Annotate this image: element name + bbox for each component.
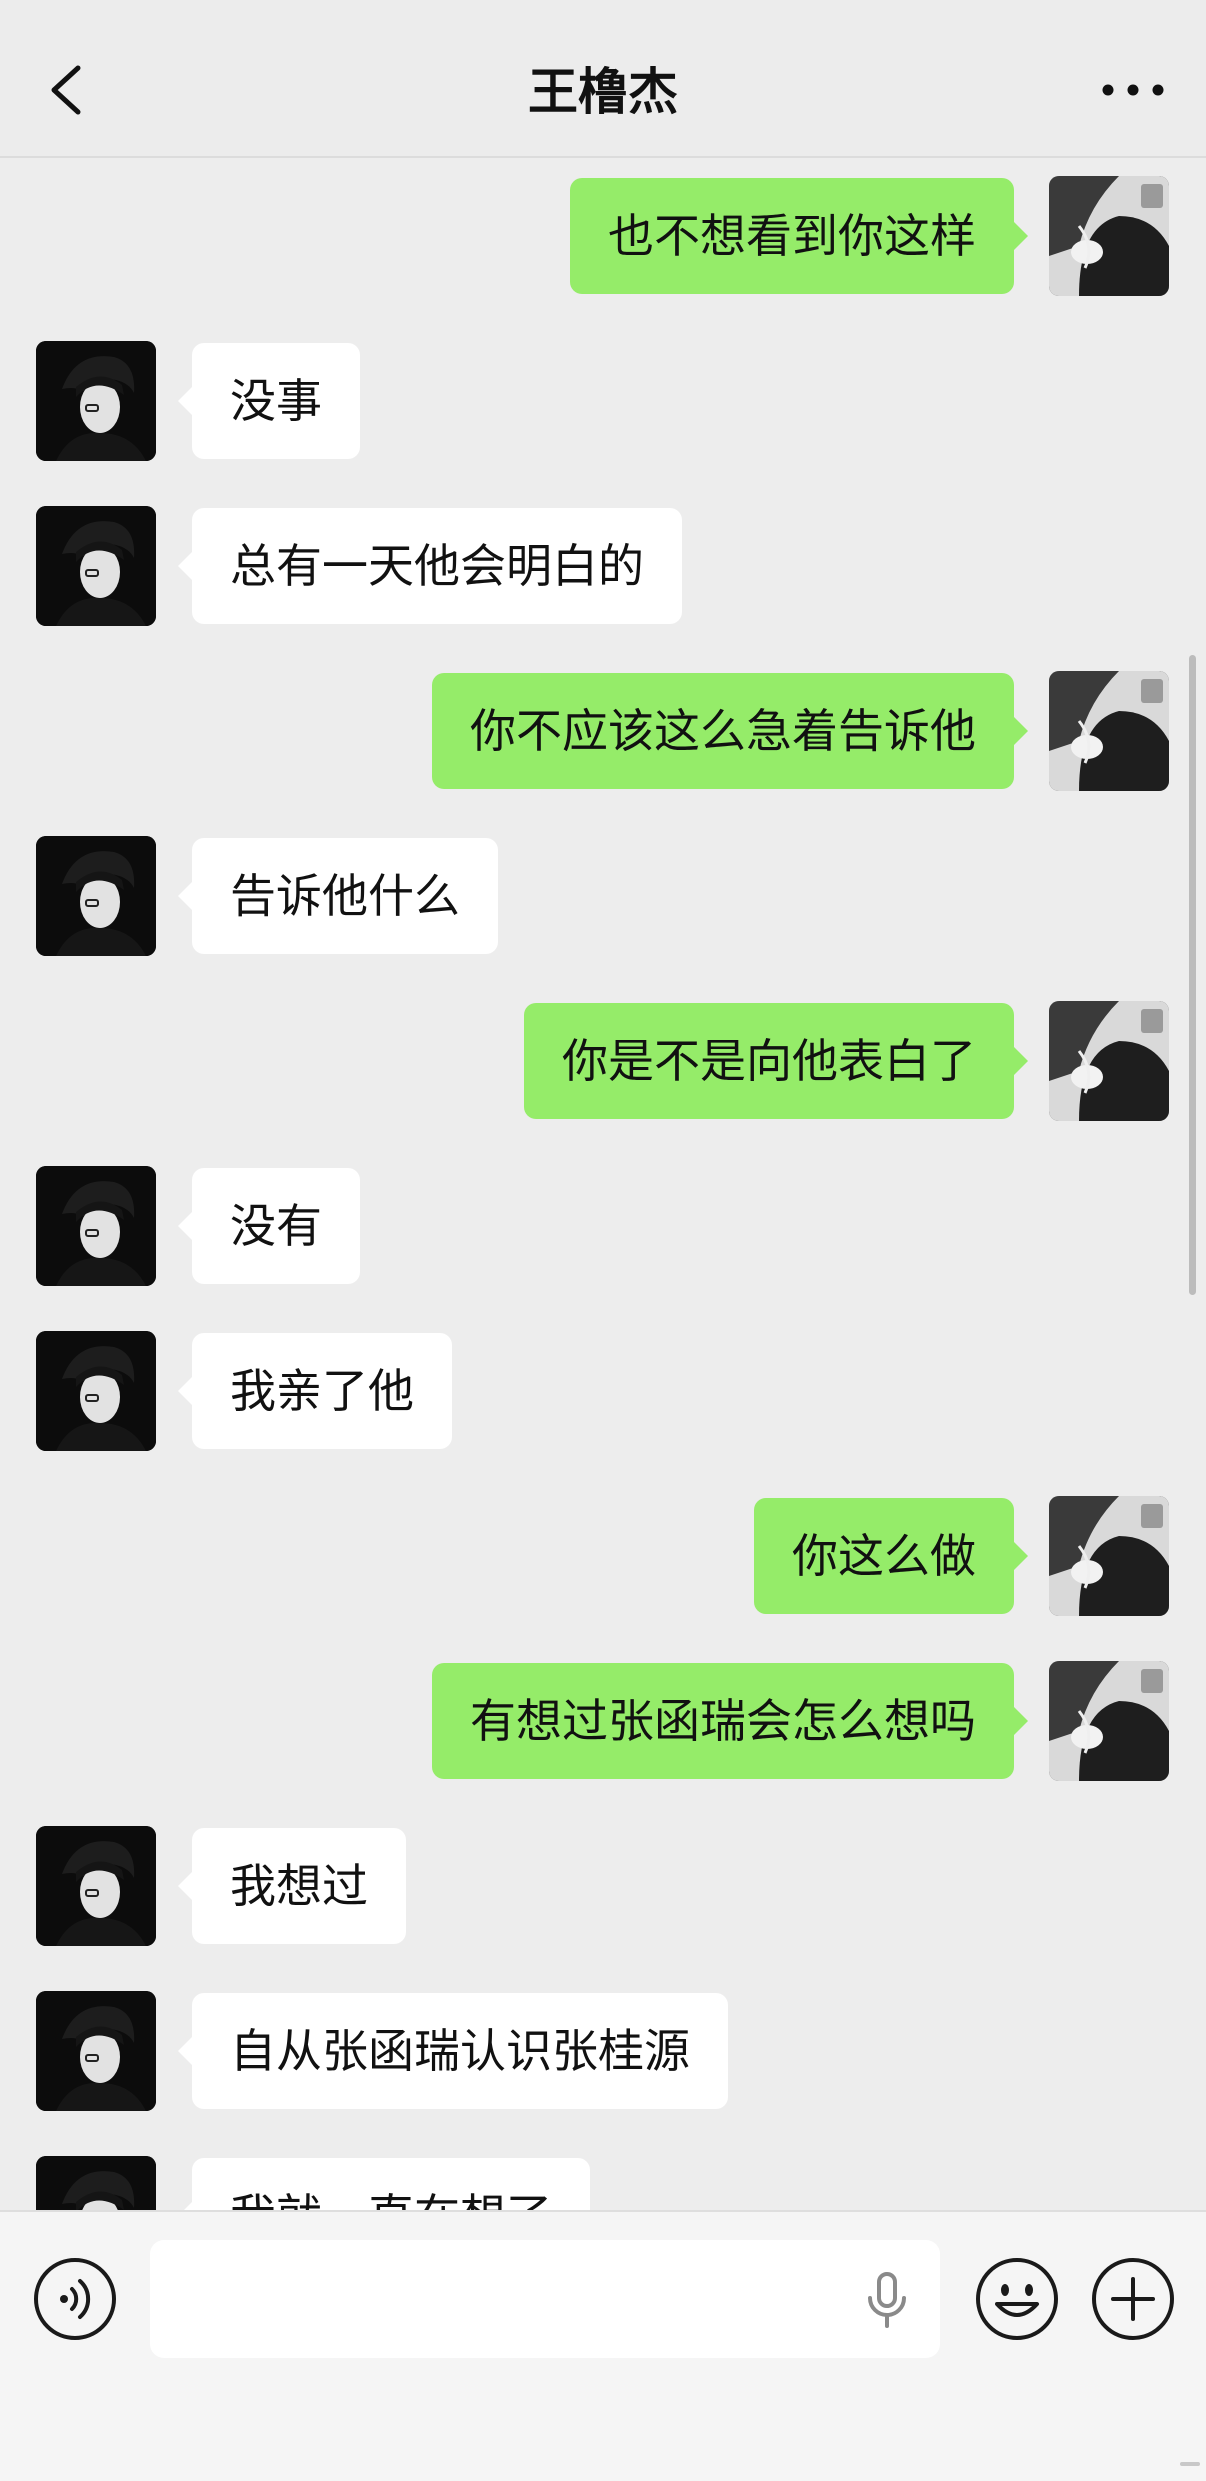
mic-icon[interactable] xyxy=(862,2270,912,2330)
my-avatar[interactable] xyxy=(1049,1001,1169,1121)
message-row: 你不应该这么急着告诉他 xyxy=(0,671,1206,791)
chat-header: 王橹杰 xyxy=(0,0,1206,158)
my-message-bubble[interactable]: 你这么做 xyxy=(754,1498,1028,1614)
friend-avatar[interactable] xyxy=(36,1331,156,1451)
plus-icon[interactable] xyxy=(1090,2256,1176,2342)
friend-message-bubble[interactable]: 总有一天他会明白的 xyxy=(178,508,682,624)
my-message-bubble[interactable]: 也不想看到你这样 xyxy=(570,178,1028,294)
friend-message-bubble[interactable]: 没事 xyxy=(178,343,360,459)
message-row: 你这么做 xyxy=(0,1496,1206,1616)
message-row: 总有一天他会明白的 xyxy=(0,506,1206,626)
message-row: 也不想看到你这样 xyxy=(0,176,1206,296)
emoji-icon[interactable] xyxy=(974,2256,1060,2342)
friend-message-bubble[interactable]: 我就一直在想了 xyxy=(178,2158,590,2210)
scrollbar[interactable] xyxy=(1189,655,1196,1295)
home-indicator xyxy=(1180,2462,1200,2466)
friend-avatar[interactable] xyxy=(36,1166,156,1286)
friend-avatar[interactable] xyxy=(36,1826,156,1946)
friend-message-bubble[interactable]: 自从张函瑞认识张桂源 xyxy=(178,1993,728,2109)
friend-avatar[interactable] xyxy=(36,836,156,956)
input-bar xyxy=(0,2210,1206,2481)
message-row: 告诉他什么 xyxy=(0,836,1206,956)
friend-avatar[interactable] xyxy=(36,506,156,626)
my-avatar[interactable] xyxy=(1049,1661,1169,1781)
message-row: 你是不是向他表白了 xyxy=(0,1001,1206,1121)
message-row: 自从张函瑞认识张桂源 xyxy=(0,1991,1206,2111)
friend-message-bubble[interactable]: 我想过 xyxy=(178,1828,406,1944)
message-row: 我想过 xyxy=(0,1826,1206,1946)
message-list[interactable]: 也不想看到你这样没事总有一天他会明白的你不应该这么急着告诉他告诉他什么 你是不是向… xyxy=(0,158,1206,2210)
friend-avatar[interactable] xyxy=(36,341,156,461)
message-input[interactable] xyxy=(150,2240,940,2358)
message-row: 我亲了他 xyxy=(0,1331,1206,1451)
message-row: 没有 xyxy=(0,1166,1206,1286)
message-row: 没事 xyxy=(0,341,1206,461)
message-row: 有想过张函瑞会怎么想吗 xyxy=(0,1661,1206,1781)
my-avatar[interactable] xyxy=(1049,176,1169,296)
my-message-bubble[interactable]: 你是不是向他表白了 xyxy=(524,1003,1028,1119)
friend-message-bubble[interactable]: 我亲了他 xyxy=(178,1333,452,1449)
more-dots-icon[interactable] xyxy=(1098,70,1168,110)
friend-message-bubble[interactable]: 告诉他什么 xyxy=(178,838,498,954)
message-row: 我就一直在想了 xyxy=(0,2156,1206,2210)
my-avatar[interactable] xyxy=(1049,671,1169,791)
my-avatar[interactable] xyxy=(1049,1496,1169,1616)
voice-icon[interactable] xyxy=(32,2256,118,2342)
friend-avatar[interactable] xyxy=(36,1991,156,2111)
friend-message-bubble[interactable]: 没有 xyxy=(178,1168,360,1284)
my-message-bubble[interactable]: 有想过张函瑞会怎么想吗 xyxy=(432,1663,1028,1779)
chat-title: 王橹杰 xyxy=(528,63,678,121)
friend-avatar[interactable] xyxy=(36,2156,156,2210)
my-message-bubble[interactable]: 你不应该这么急着告诉他 xyxy=(432,673,1028,789)
